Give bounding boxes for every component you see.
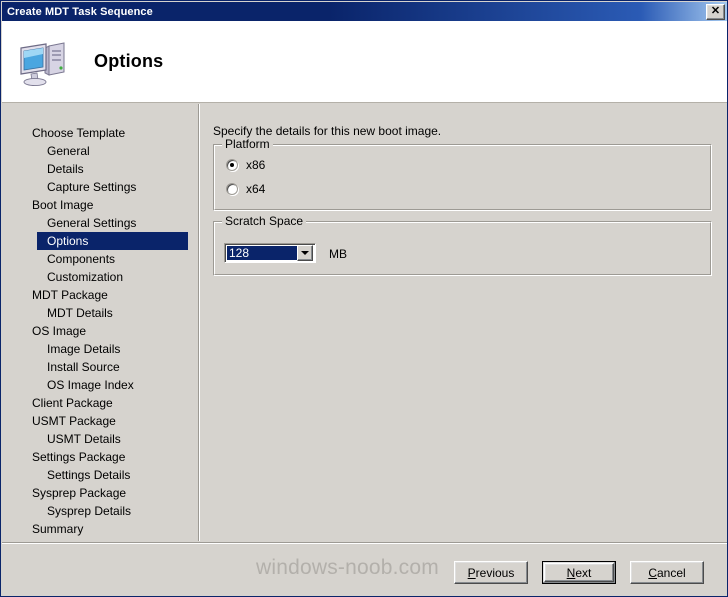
instruction-text: Specify the details for this new boot im… (213, 124, 442, 138)
previous-button-label: Previous (467, 565, 515, 580)
sidebar-item-label: OS Image Index (47, 378, 134, 392)
watermark-text: windows-noob.com (256, 556, 439, 579)
previous-button[interactable]: Previous (454, 561, 528, 584)
scratch-space-groupbox-label: Scratch Space (222, 215, 307, 227)
sidebar-item-mdt-details[interactable]: MDT Details (2, 304, 197, 322)
scratch-space-combobox[interactable]: 128 (224, 243, 316, 263)
sidebar-item-label: Settings Details (47, 468, 131, 482)
sidebar-item-label: Summary (32, 522, 84, 536)
wizard-body: Choose Template General Details Capture Set… (2, 104, 727, 596)
sidebar-item-label: Capture Settings (47, 180, 137, 194)
radio-x64-indicator[interactable] (226, 183, 238, 195)
sidebar-item-label: USMT Details (47, 432, 121, 446)
sidebar-item-summary[interactable]: Summary (2, 520, 197, 538)
page-title: Options (94, 51, 164, 71)
sidebar-item-choose-template[interactable]: Choose Template (2, 124, 197, 142)
scratch-space-unit-label: MB (329, 247, 347, 261)
sidebar-item-progress[interactable]: Progress (2, 538, 197, 541)
sidebar-item-client-package[interactable]: Client Package (2, 394, 197, 412)
close-icon: ✕ (710, 5, 721, 17)
sidebar-item-components[interactable]: Components (2, 250, 197, 268)
sidebar-item-os-image[interactable]: OS Image (2, 322, 197, 340)
chevron-down-icon (301, 251, 309, 255)
sidebar-item-label: Image Details (47, 342, 121, 356)
sidebar-item-label: Customization (47, 270, 124, 284)
sidebar-item-settings-package[interactable]: Settings Package (2, 448, 197, 466)
sidebar-item-usmt-details[interactable]: USMT Details (2, 430, 197, 448)
sidebar-item-general-settings[interactable]: General Settings (2, 214, 197, 232)
window-title: Create MDT Task Sequence (7, 5, 153, 18)
scratch-space-selected-value: 128 (227, 246, 297, 260)
radio-x86-indicator[interactable] (226, 159, 238, 171)
sidebar-item-label: Choose Template (32, 126, 126, 140)
next-button-label: Next (566, 565, 592, 580)
sidebar-item-label: Details (47, 162, 84, 176)
sidebar-item-label: Sysprep Package (32, 486, 127, 500)
sidebar-item-os-image-index[interactable]: OS Image Index (2, 376, 197, 394)
cancel-button-label: Cancel (648, 565, 686, 580)
sidebar-item-options[interactable]: Options (37, 232, 188, 250)
radio-option-x64[interactable]: x64 (226, 182, 265, 196)
computer-icon (16, 36, 72, 88)
sidebar-divider (198, 104, 200, 541)
scratch-space-dropdown-button[interactable] (297, 245, 313, 261)
platform-groupbox: Platform x86 x64 (213, 138, 712, 211)
sidebar-item-sysprep-package[interactable]: Sysprep Package (2, 484, 197, 502)
radio-option-x86[interactable]: x86 (226, 158, 265, 172)
sidebar-item-label: Install Source (47, 360, 120, 374)
sidebar-item-label: Sysprep Details (47, 504, 132, 518)
sidebar-item-label: OS Image (32, 324, 87, 338)
main-content-pane: Specify the details for this new boot im… (201, 104, 727, 541)
radio-x86-label: x86 (246, 158, 266, 172)
scratch-space-groupbox: Scratch Space 128 MB (213, 215, 712, 276)
sidebar-item-usmt-package[interactable]: USMT Package (2, 412, 197, 430)
sidebar-item-label: Progress (32, 540, 80, 541)
wizard-step-list: Choose Template General Details Capture Set… (2, 124, 197, 541)
sidebar-item-mdt-package[interactable]: MDT Package (2, 286, 197, 304)
sidebar-item-boot-image[interactable]: Boot Image (2, 196, 197, 214)
window-titlebar: Create MDT Task Sequence ✕ (2, 2, 727, 21)
sidebar-item-label: MDT Details (47, 306, 113, 320)
sidebar-item-label: Options (47, 234, 89, 248)
close-button[interactable]: ✕ (706, 3, 725, 20)
radio-x64-label: x64 (246, 182, 266, 196)
sidebar-item-install-source[interactable]: Install Source (2, 358, 197, 376)
sidebar-item-label: General (47, 144, 90, 158)
create-mdt-task-sequence-window: Create MDT Task Sequence ✕ Options Choos… (0, 0, 728, 597)
sidebar-item-label: Settings Package (32, 450, 126, 464)
platform-groupbox-label: Platform (222, 138, 273, 150)
next-button[interactable]: Next (542, 561, 616, 584)
sidebar-item-label: MDT Package (32, 288, 108, 302)
sidebar-item-label: Components (47, 252, 116, 266)
sidebar-item-label: USMT Package (32, 414, 116, 428)
sidebar-item-customization[interactable]: Customization (2, 268, 197, 286)
sidebar-item-label: Client Package (32, 396, 113, 410)
sidebar-item-settings-details[interactable]: Settings Details (2, 466, 197, 484)
sidebar-item-image-details[interactable]: Image Details (2, 340, 197, 358)
sidebar-item-capture-settings[interactable]: Capture Settings (2, 178, 197, 196)
sidebar-item-label: Boot Image (32, 198, 94, 212)
cancel-button[interactable]: Cancel (630, 561, 704, 584)
footer-button-row: Previous Next Cancel (454, 561, 704, 584)
wizard-footer: windows-noob.com Previous Next Cancel (2, 544, 727, 596)
sidebar-item-details[interactable]: Details (2, 160, 197, 178)
platform-groupbox-inner-border (214, 145, 711, 210)
sidebar-item-sysprep-details[interactable]: Sysprep Details (2, 502, 197, 520)
sidebar-item-general[interactable]: General (2, 142, 197, 160)
wizard-step-sidebar: Choose Template General Details Capture Set… (2, 104, 197, 541)
wizard-header: Options (2, 21, 727, 103)
sidebar-item-label: General Settings (47, 216, 137, 230)
